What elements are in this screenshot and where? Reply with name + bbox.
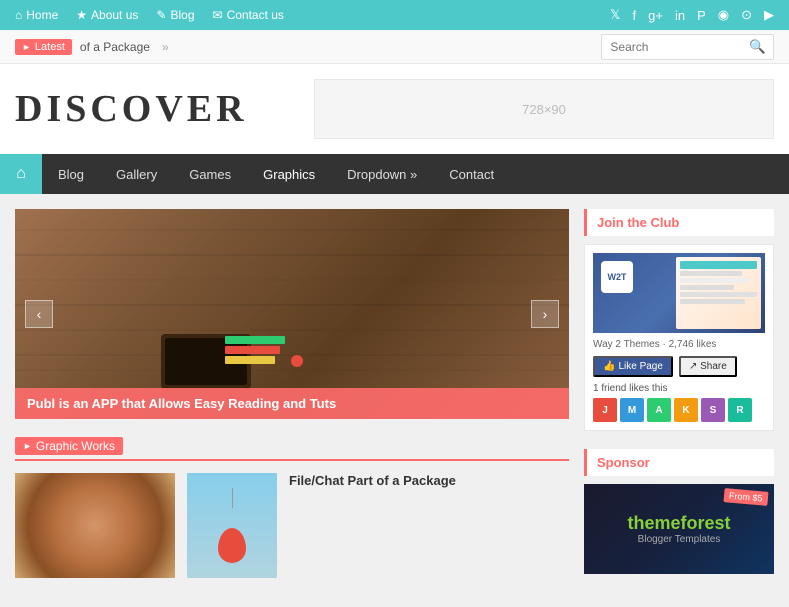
pinterest-icon[interactable]: P xyxy=(697,8,706,23)
latest-left: Latest of a Package » xyxy=(15,39,169,55)
latest-arrow: » xyxy=(162,40,169,54)
google-plus-icon[interactable]: g+ xyxy=(648,8,663,23)
avatar-1: J xyxy=(593,398,617,422)
nav-games[interactable]: Games xyxy=(173,154,247,194)
sponsor-brand: themeforest xyxy=(627,513,730,534)
post-grid: File/Chat Part of a Package xyxy=(15,473,569,578)
main-nav: ⌂ Blog Gallery Games Graphics Dropdown »… xyxy=(0,154,789,194)
latest-bar: Latest of a Package » 🔍 xyxy=(0,30,789,64)
header: DISCOVER 728×90 xyxy=(0,64,789,154)
top-nav-links: ⌂ Home ★ About us ✎ Blog ✉ Contact us xyxy=(15,8,284,22)
nav-dropdown[interactable]: Dropdown » xyxy=(331,154,433,194)
post-thumbnail-1 xyxy=(15,473,175,578)
featured-slider: ‹ › Publ is an APP that Allows Easy Read… xyxy=(15,209,569,419)
ad-banner: 728×90 xyxy=(314,79,774,139)
social-icons: 𝕏 f g+ in P ◉ ⊙ ▶ xyxy=(610,7,774,23)
nav-home[interactable]: ⌂ Home xyxy=(15,8,58,22)
linkedin-icon[interactable]: in xyxy=(675,8,685,23)
post-thumbnail-2 xyxy=(187,473,277,578)
cinnamon-image xyxy=(15,473,175,578)
sponsor-box: themeforest Blogger Templates From $5 xyxy=(584,484,774,574)
fb-avatars: J M A K S R xyxy=(593,398,765,422)
search-box[interactable]: 🔍 xyxy=(601,34,774,60)
home-nav-icon: ⌂ xyxy=(16,165,26,183)
graphic-works-section: Graphic Works File/Chat Part of a Packag… xyxy=(15,437,569,578)
post-info: File/Chat Part of a Package xyxy=(289,473,569,578)
fb-like-button[interactable]: 👍 Like Page xyxy=(593,356,673,377)
avatar-5: S xyxy=(701,398,725,422)
fb-likes: Way 2 Themes · 2,746 likes xyxy=(593,339,765,350)
nav-blog[interactable]: ✎ Blog xyxy=(156,8,194,22)
wood-line xyxy=(15,329,569,331)
site-logo[interactable]: DISCOVER xyxy=(15,87,248,131)
section-header: Graphic Works xyxy=(15,437,569,461)
nav-contact[interactable]: Contact xyxy=(433,154,510,194)
wood-line xyxy=(15,304,569,306)
nav-contact[interactable]: ✉ Contact us xyxy=(213,8,284,22)
fb-overlay xyxy=(593,253,765,333)
twitter-icon[interactable]: 𝕏 xyxy=(610,7,620,23)
facebook-icon[interactable]: f xyxy=(633,8,637,23)
search-button[interactable]: 🔍 xyxy=(742,35,773,59)
avatar-3: A xyxy=(647,398,671,422)
wood-line xyxy=(15,254,569,256)
youtube-icon[interactable]: ▶ xyxy=(764,7,774,23)
nav-blog[interactable]: Blog xyxy=(42,154,100,194)
balloon-shape xyxy=(218,528,246,563)
search-input[interactable] xyxy=(602,36,742,58)
envelope-icon: ✉ xyxy=(213,8,223,22)
content-area: ‹ › Publ is an APP that Allows Easy Read… xyxy=(15,209,569,592)
sponsor-price-badge: From $5 xyxy=(724,488,769,506)
top-bar: ⌂ Home ★ About us ✎ Blog ✉ Contact us 𝕏 … xyxy=(0,0,789,30)
nav-graphics[interactable]: Graphics xyxy=(247,154,331,194)
sponsor-title: Sponsor xyxy=(584,449,774,476)
pencil-icon: ✎ xyxy=(156,8,166,22)
join-club-widget: Join the Club W2T xyxy=(584,209,774,431)
avatar-4: K xyxy=(674,398,698,422)
post-title: File/Chat Part of a Package xyxy=(289,473,569,488)
balloon-image xyxy=(187,473,277,578)
fb-actions: 👍 Like Page ↗ Share xyxy=(593,356,765,377)
avatar-2: M xyxy=(620,398,644,422)
star-icon: ★ xyxy=(76,8,87,22)
nav-about[interactable]: ★ About us xyxy=(76,8,138,22)
balloon-string xyxy=(232,488,233,508)
red-dot xyxy=(291,355,303,367)
wood-line xyxy=(15,279,569,281)
instagram-icon[interactable]: ◉ xyxy=(718,7,729,23)
sidebar: Join the Club W2T xyxy=(584,209,774,592)
fb-friend-text: 1 friend likes this xyxy=(593,383,765,394)
join-club-title: Join the Club xyxy=(584,209,774,236)
join-club-box: W2T Way 2 xyxy=(584,244,774,431)
post-title-link[interactable]: File/Chat Part of a Package xyxy=(289,473,456,488)
avatar-6: R xyxy=(728,398,752,422)
sponsor-subtitle: Blogger Templates xyxy=(627,534,730,545)
nav-gallery[interactable]: Gallery xyxy=(100,154,173,194)
thumbs-up-icon: 👍 xyxy=(603,361,615,372)
section-badge: Graphic Works xyxy=(15,437,123,455)
slider-caption: Publ is an APP that Allows Easy Reading … xyxy=(15,388,569,419)
fb-share-button[interactable]: ↗ Share xyxy=(679,356,737,377)
share-icon: ↗ xyxy=(689,361,697,372)
main-content: ‹ › Publ is an APP that Allows Easy Read… xyxy=(0,194,789,607)
slider-next-button[interactable]: › xyxy=(531,300,559,328)
nav-home-button[interactable]: ⌂ xyxy=(0,154,42,194)
slider-prev-button[interactable]: ‹ xyxy=(25,300,53,328)
dribbble-icon[interactable]: ⊙ xyxy=(741,7,752,23)
book-stack xyxy=(225,336,285,364)
home-small-icon: ⌂ xyxy=(15,8,22,22)
sponsor-content: themeforest Blogger Templates xyxy=(627,513,730,545)
latest-badge[interactable]: Latest xyxy=(15,39,72,55)
sponsor-widget: Sponsor themeforest Blogger Templates Fr… xyxy=(584,449,774,574)
latest-text: of a Package xyxy=(80,40,150,54)
wood-line xyxy=(15,369,569,371)
wood-line xyxy=(15,229,569,231)
fb-page-image: W2T xyxy=(593,253,765,333)
